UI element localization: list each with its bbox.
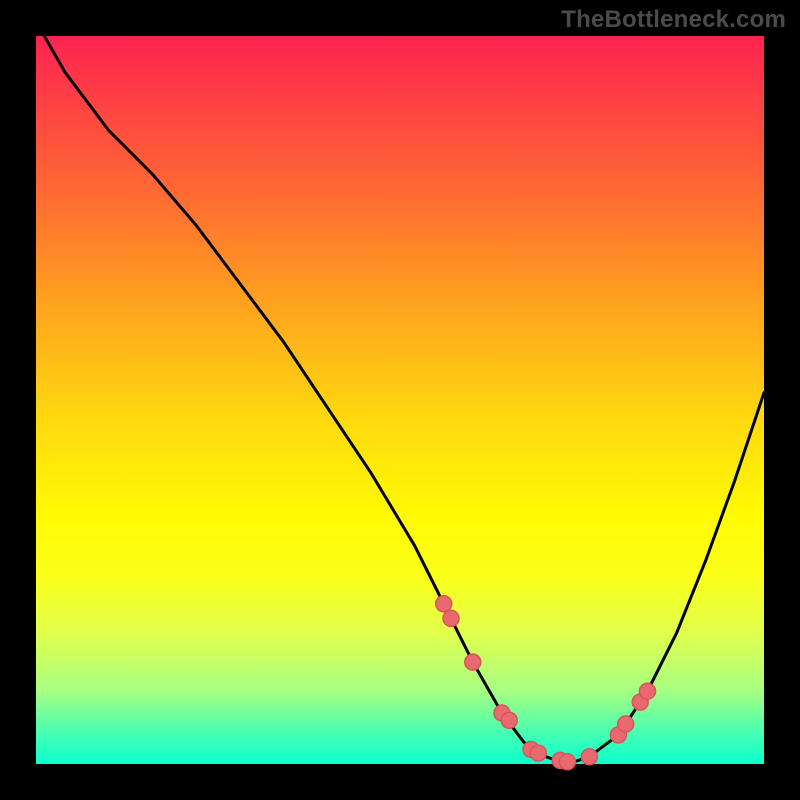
curve-marker	[465, 654, 481, 670]
bottleneck-curve	[36, 21, 764, 764]
curve-svg	[36, 36, 764, 764]
curve-marker	[640, 683, 656, 699]
curve-marker	[618, 716, 634, 732]
curve-marker	[501, 712, 517, 728]
chart-frame: TheBottleneck.com	[0, 0, 800, 800]
curve-marker	[581, 749, 597, 765]
curve-marker	[559, 754, 575, 770]
curve-marker	[436, 596, 452, 612]
watermark-text: TheBottleneck.com	[561, 6, 786, 34]
curve-marker	[443, 610, 459, 626]
curve-marker	[530, 745, 546, 761]
plot-area	[36, 36, 764, 764]
marker-group	[436, 596, 656, 770]
